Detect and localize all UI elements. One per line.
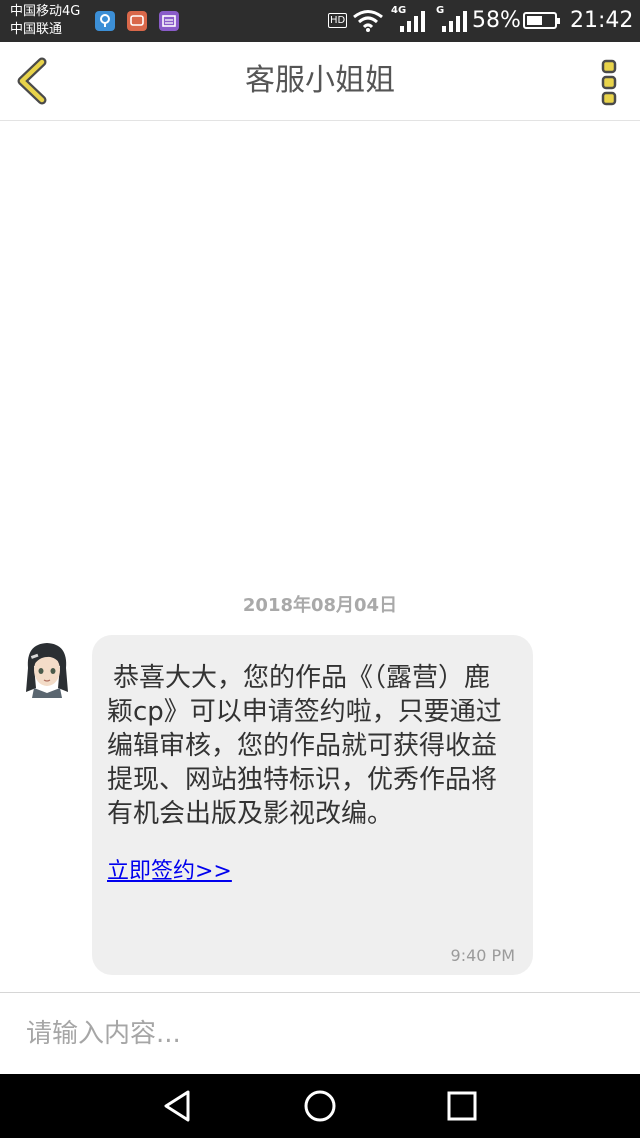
message-date: 2018年08月04日 <box>242 595 398 616</box>
recents-square-icon <box>447 1091 477 1121</box>
nav-recents-button[interactable] <box>444 1088 480 1124</box>
carrier-1: 中国移动4G <box>10 4 81 19</box>
message-app-icon <box>127 11 147 31</box>
message-time: 9:40 PM <box>450 946 515 965</box>
message-input[interactable] <box>24 1011 618 1057</box>
status-bar: 中国移动4G 中国联通 HD 4G G 58% 21:42 <box>0 0 640 42</box>
carrier-2: 中国联通 <box>10 22 63 37</box>
battery-icon <box>523 12 560 29</box>
home-circle-icon <box>304 1090 336 1122</box>
battery-level <box>527 16 543 25</box>
carrier-info: 中国移动4G 中国联通 <box>10 3 80 39</box>
signal-strength-icon <box>442 11 467 32</box>
page-title: 客服小姐姐 <box>245 63 395 98</box>
message-bubble: 恭喜大大，您的作品《（露营）鹿颖cp》可以申请签约啦，只要通过编辑审核，您的作品… <box>92 635 533 975</box>
agent-avatar-icon <box>26 643 68 698</box>
vertical-dots-icon <box>601 59 617 106</box>
hd-icon: HD <box>328 13 348 28</box>
signal-strength-icon <box>400 11 425 32</box>
message-text: 恭喜大大，您的作品《（露营）鹿颖cp》可以申请签约啦，只要通过编辑审核，您的作品… <box>107 663 502 829</box>
list-app-icon <box>159 11 179 31</box>
message-input-bar <box>0 992 640 1074</box>
nav-home-button[interactable] <box>302 1088 338 1124</box>
avatar[interactable] <box>22 638 72 698</box>
nav-back-button[interactable] <box>160 1088 196 1124</box>
wifi-icon <box>353 10 383 32</box>
more-menu-button[interactable] <box>596 58 622 106</box>
system-nav-bar <box>0 1074 640 1138</box>
chat-area[interactable]: 2018年08月04日 恭喜大大，您的作品《（露营）鹿颖cp》可以申请签约啦，只… <box>0 121 640 991</box>
location-app-icon <box>95 11 115 31</box>
clock: 21:42 <box>570 8 634 33</box>
app-header: 客服小姐姐 <box>0 42 640 121</box>
sign-contract-link[interactable]: 立即签约>> <box>107 857 232 887</box>
battery-percent: 58% <box>472 8 521 33</box>
back-triangle-icon <box>164 1090 190 1122</box>
